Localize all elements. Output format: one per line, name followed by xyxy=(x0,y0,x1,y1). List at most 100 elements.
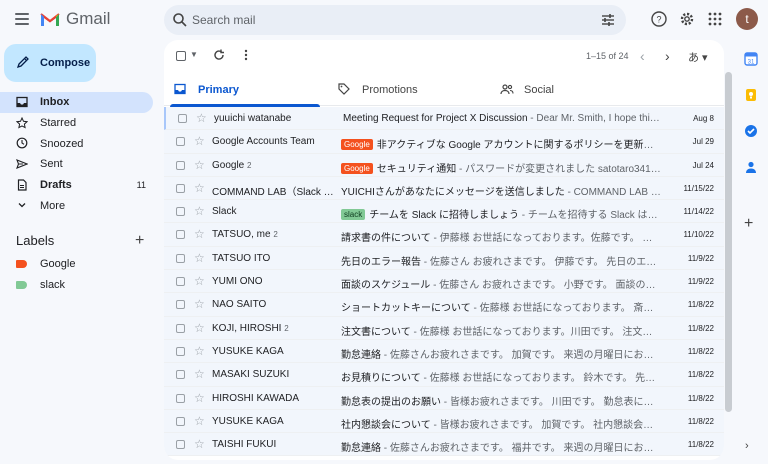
table-row[interactable]: ☆ YUMI ONO 面談のスケジュール - 佐藤さん お疲れさまです。 小野で… xyxy=(164,270,724,294)
star-icon[interactable]: ☆ xyxy=(194,134,205,148)
table-row[interactable]: ☆ Slack slack チームを Slack に招待しましょう - チームを招… xyxy=(164,200,724,224)
refresh-icon[interactable] xyxy=(212,48,226,62)
sender-name: COMMAND LAB（Slack … xyxy=(212,183,336,198)
table-row[interactable]: ☆ TAISHI FUKUI 勤怠連絡 - 佐藤さんお疲れさまです。 福井です。… xyxy=(164,433,724,457)
next-page-icon[interactable]: › xyxy=(665,48,670,64)
star-icon[interactable]: ☆ xyxy=(196,111,207,125)
sender-text: NAO SAITO xyxy=(212,299,267,311)
main-menu-icon[interactable] xyxy=(12,9,32,29)
thread-count: 2 xyxy=(273,230,278,240)
table-row[interactable]: ☆ Google 2 Google セキュリティ通知 - パスワードが変更されまし… xyxy=(164,153,724,177)
input-tools-button[interactable]: あ ▾ xyxy=(688,49,708,65)
table-row[interactable]: ☆ KOJI, HIROSHI 2 注文書について - 佐藤様 お世話になってお… xyxy=(164,316,724,340)
sidebar-item-snoozed[interactable]: Snoozed xyxy=(0,133,160,154)
row-checkbox[interactable] xyxy=(176,207,185,217)
email-date: 11/8/22 xyxy=(687,393,714,403)
table-row[interactable]: ☆ YUSUKE KAGA 社内懇談会について - 皆様お疲れさまです。 加賀で… xyxy=(164,409,724,434)
tasks-app-icon[interactable] xyxy=(744,124,758,138)
row-checkbox[interactable] xyxy=(176,323,185,333)
star-icon[interactable]: ☆ xyxy=(194,344,205,358)
star-icon[interactable]: ☆ xyxy=(194,251,205,265)
label-tag-icon xyxy=(16,281,27,289)
row-checkbox[interactable] xyxy=(176,160,185,170)
sender-name: YUSUKE KAGA xyxy=(212,346,336,357)
tab-promotions[interactable]: Promotions xyxy=(328,74,484,106)
email-content: 勤怠表の提出のお願い - 皆様お疲れさまです。 川田です。 勤怠表に提出に… xyxy=(341,393,661,408)
row-checkbox[interactable] xyxy=(176,393,185,403)
table-row[interactable]: ☆ yuuichi watanabe Meeting Request for P… xyxy=(164,107,724,131)
table-row[interactable]: ☆ YUSUKE KAGA 勤怠連絡 - 佐藤さんお疲れさまです。 加賀です。 … xyxy=(164,339,724,364)
row-checkbox[interactable] xyxy=(178,114,187,123)
tab-primary[interactable]: Primary xyxy=(164,74,320,107)
star-icon[interactable]: ☆ xyxy=(194,204,205,218)
star-icon[interactable]: ☆ xyxy=(194,181,205,195)
star-icon[interactable]: ☆ xyxy=(194,158,205,172)
inbox-icon xyxy=(174,83,186,95)
table-row[interactable]: ☆ TATSUO ITO 先日のエラー報告 - 佐藤さん お疲れさまです。 伊藤… xyxy=(164,246,724,271)
label-item-slack[interactable]: slack xyxy=(16,277,65,293)
table-row[interactable]: ☆ MASAKI SUZUKI お見積りについて - 佐藤様 お世話になっており… xyxy=(164,363,724,387)
select-all-checkbox[interactable] xyxy=(176,51,186,61)
star-icon[interactable]: ☆ xyxy=(194,321,205,335)
tag-icon xyxy=(338,83,350,95)
tab-social[interactable]: Social xyxy=(490,74,646,106)
star-icon[interactable]: ☆ xyxy=(194,297,205,311)
row-checkbox[interactable] xyxy=(176,416,185,426)
calendar-app-icon[interactable]: 31 xyxy=(744,52,758,66)
star-icon[interactable]: ☆ xyxy=(194,391,205,405)
show-side-panel-chevron-icon[interactable]: › xyxy=(745,440,749,452)
sidebar-item-drafts[interactable]: Drafts 11 xyxy=(0,175,160,196)
row-checkbox[interactable] xyxy=(176,300,185,310)
star-icon[interactable]: ☆ xyxy=(194,227,205,241)
row-checkbox[interactable] xyxy=(176,346,185,356)
account-avatar[interactable]: t xyxy=(736,8,758,30)
select-dropdown-icon[interactable]: ▼ xyxy=(190,50,198,59)
row-checkbox[interactable] xyxy=(176,183,185,193)
table-row[interactable]: ☆ HIROSHI KAWADA 勤怠表の提出のお願い - 皆様お疲れさまです。… xyxy=(164,386,724,410)
email-subject: Meeting Request for Project X Discussion xyxy=(343,113,528,124)
email-content: slack チームを Slack に招待しましょう - チームを招待する Slac… xyxy=(341,206,661,221)
star-icon[interactable]: ☆ xyxy=(194,367,205,381)
get-addons-plus-icon[interactable]: + xyxy=(744,215,753,233)
more-options-icon[interactable] xyxy=(241,48,251,62)
email-snippet: - パスワードが変更されました satotaro341@g… xyxy=(456,163,661,175)
row-checkbox[interactable] xyxy=(176,137,185,147)
create-label-plus-icon[interactable]: + xyxy=(135,232,144,250)
compose-button[interactable]: Compose xyxy=(4,44,96,82)
row-checkbox[interactable] xyxy=(176,277,185,287)
help-icon[interactable]: ? xyxy=(650,10,668,28)
search-input[interactable]: Search mail xyxy=(192,13,255,27)
row-checkbox[interactable] xyxy=(176,230,185,240)
row-checkbox[interactable] xyxy=(176,253,185,263)
star-icon[interactable]: ☆ xyxy=(194,274,205,288)
sidebar-item-more[interactable]: More xyxy=(0,195,160,216)
keep-app-icon[interactable] xyxy=(744,88,758,102)
compose-label: Compose xyxy=(40,57,91,69)
settings-gear-icon[interactable] xyxy=(678,10,696,28)
prev-page-icon[interactable]: ‹ xyxy=(640,48,645,64)
email-date: 11/8/22 xyxy=(687,440,714,450)
star-icon[interactable]: ☆ xyxy=(194,414,205,428)
table-row[interactable]: ☆ Google Accounts Team Google 非アクティブな Goo… xyxy=(164,130,724,154)
table-row[interactable]: ☆ COMMAND LAB（Slack … YUICHIさんがあなたにメッセージ… xyxy=(164,176,724,201)
sidebar-item-inbox[interactable]: Inbox xyxy=(0,92,153,113)
star-icon[interactable]: ☆ xyxy=(194,437,205,451)
sender-name: Slack xyxy=(212,206,336,217)
gmail-logo[interactable]: Gmail xyxy=(40,9,110,29)
search-bar[interactable]: Search mail xyxy=(164,5,626,35)
row-checkbox[interactable] xyxy=(176,370,185,380)
row-checkbox[interactable] xyxy=(176,440,185,450)
search-icon[interactable] xyxy=(172,12,188,28)
label-item-google[interactable]: Google xyxy=(16,256,75,272)
table-row[interactable]: ☆ TATSUO, me 2 請求書の件について - 伊藤様 お世話になっており… xyxy=(164,223,724,247)
search-options-icon[interactable] xyxy=(600,12,616,28)
sidebar-item-starred[interactable]: Starred xyxy=(0,113,160,134)
tab-label: Promotions xyxy=(362,84,418,96)
contacts-app-icon[interactable] xyxy=(744,160,758,174)
table-row[interactable]: ☆ NAO SAITO ショートカットキーについて - 佐藤様 お世話になってお… xyxy=(164,293,724,317)
scrollbar-thumb[interactable] xyxy=(725,72,732,412)
sidebar-item-sent[interactable]: Sent xyxy=(0,154,160,175)
sender-name: NAO SAITO xyxy=(212,299,336,310)
label-name: slack xyxy=(40,279,66,291)
apps-grid-icon[interactable] xyxy=(706,10,724,28)
